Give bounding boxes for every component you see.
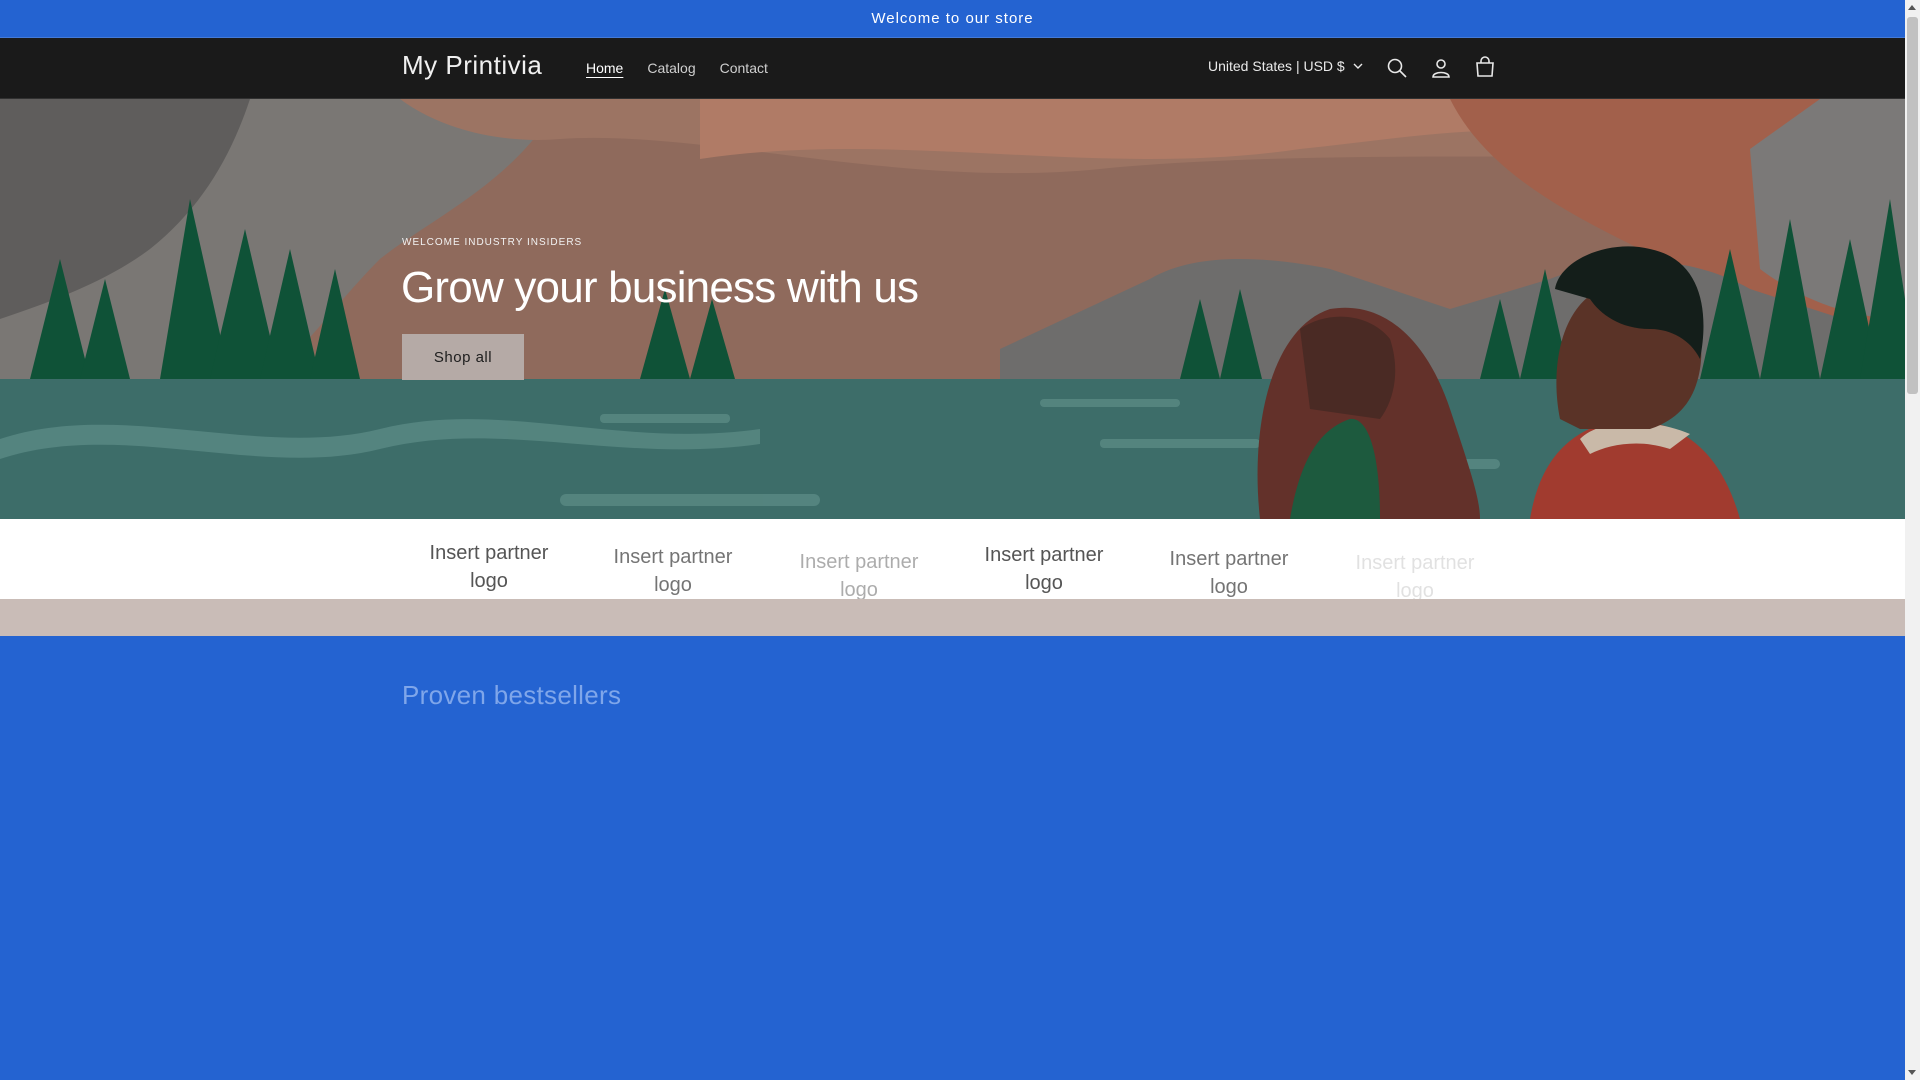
hero-subheading: WELCOME INDUSTRY INSIDERS [402,237,583,248]
partner-logo-5: Insert partner logo [1169,548,1289,598]
hero-illustration [0,99,1905,519]
country-selector[interactable]: United States | USD $ [1208,58,1363,74]
nav-home[interactable]: Home [574,58,635,78]
announcement-bar: Welcome to our store [0,0,1905,38]
hero-title: Grow your business with us [401,263,919,312]
cart-icon[interactable] [1473,56,1497,80]
main-nav: Home Catalog Contact [574,58,780,78]
partner-band [0,599,1905,636]
partner-logo-strip: Insert partner logo Insert partner logo … [0,519,1905,602]
scroll-up-arrow-icon[interactable] [1908,5,1916,10]
scrollbar-thumb[interactable] [1907,17,1918,394]
account-icon[interactable] [1429,56,1453,80]
partner-logo-1: Insert partner logo [429,542,549,592]
search-icon[interactable] [1385,56,1409,80]
page-scrollbar[interactable] [1905,0,1920,1080]
bestsellers-title: Proven bestsellers [402,680,622,710]
site-header: My Printivia Home Catalog Contact United… [0,38,1905,99]
chevron-down-icon [1353,63,1363,69]
partner-logo-4: Insert partner logo [984,544,1104,594]
partner-logo-2: Insert partner logo [613,546,733,596]
partner-logo-3: Insert partner logo [799,551,919,601]
scroll-down-arrow-icon[interactable] [1908,1070,1916,1075]
nav-contact[interactable]: Contact [708,58,780,78]
partner-logo-6: Insert partner logo [1355,552,1475,602]
nav-catalog[interactable]: Catalog [635,58,707,78]
hero-banner: WELCOME INDUSTRY INSIDERS Grow your busi… [0,99,1905,519]
country-selector-label: United States | USD $ [1208,58,1345,74]
page: Welcome to our store My Printivia Home C… [0,0,1905,1080]
shop-all-button[interactable]: Shop all [402,334,524,380]
store-logo[interactable]: My Printivia [402,50,542,81]
